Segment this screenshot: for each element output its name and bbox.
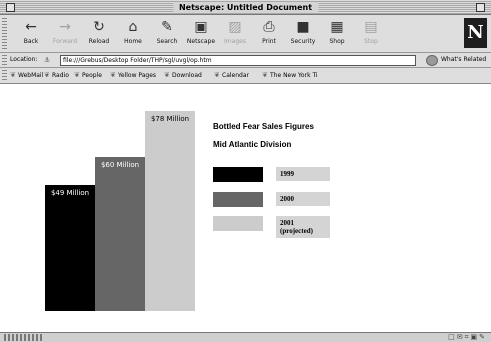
back-arrow-icon: ← bbox=[25, 19, 37, 35]
chart-title: Bottled Fear Sales Figures bbox=[213, 122, 314, 131]
bookmark-icon: ❦ bbox=[214, 71, 220, 79]
legend-2001-projected-swatch bbox=[213, 216, 263, 231]
stop-icon: ▤ bbox=[364, 19, 378, 35]
bookmark-icon: ❦ bbox=[10, 71, 16, 79]
images-button-label: Images bbox=[224, 38, 246, 45]
bookmark-calendar[interactable]: ❦ Calendar bbox=[214, 71, 249, 80]
page-proxy-icon[interactable]: ⚓ bbox=[44, 56, 52, 65]
reload-button-label: Reload bbox=[88, 38, 110, 45]
component-bar[interactable]: □✉⌗▣✎ bbox=[448, 333, 487, 342]
navigation-toolbar: ← Back → Forward ↻ Reload ⌂ Home ✎ Searc… bbox=[0, 15, 491, 53]
bookmark-download[interactable]: ❦ Download bbox=[164, 71, 202, 80]
bar-value-label: $60 Million bbox=[100, 161, 140, 169]
forward-arrow-icon: → bbox=[59, 19, 71, 35]
bookmark-icon: ❦ bbox=[164, 71, 170, 79]
forward-button-label: Forward bbox=[52, 38, 78, 45]
status-bar: □✉⌗▣✎ bbox=[0, 332, 491, 342]
bar-1999: $49 Million bbox=[45, 185, 95, 311]
bookmark-label: WebMail bbox=[18, 72, 44, 79]
security-lock-indicator[interactable] bbox=[4, 334, 44, 341]
location-url-field[interactable]: file:///Grebus/Desktop Folder/THP/sgl/uv… bbox=[60, 55, 416, 66]
search-icon: ✎ bbox=[161, 19, 173, 35]
bookmark-icon: ❦ bbox=[110, 71, 116, 79]
search-button-label: Search bbox=[156, 38, 178, 45]
window-title-bar[interactable]: Netscape: Untitled Document bbox=[0, 0, 491, 15]
home-button-label: Home bbox=[124, 38, 142, 45]
bookmark-icon: ❦ bbox=[262, 71, 268, 79]
legend-1999-label: 1999 bbox=[276, 167, 330, 181]
stop-button-label: Stop bbox=[364, 38, 378, 45]
legend-1999-swatch bbox=[213, 167, 263, 182]
netscape-icon: ▣ bbox=[194, 19, 208, 35]
page-content: $49 Million $60 Million $78 Million Bottle… bbox=[0, 85, 491, 332]
print-icon: ⎙ bbox=[263, 19, 275, 35]
legend-2000-label: 2000 bbox=[276, 192, 330, 206]
shop-icon: ▦ bbox=[330, 19, 344, 35]
netscape-logo[interactable]: N bbox=[464, 18, 487, 48]
print-button-label: Print bbox=[262, 38, 276, 45]
bookmark-new-york-times[interactable]: ❦ The New York Ti bbox=[262, 71, 318, 80]
bookmark-label: Calendar bbox=[222, 72, 249, 79]
location-label: Location: bbox=[10, 56, 38, 63]
forward-button[interactable]: → Forward bbox=[48, 18, 82, 50]
netscape-button[interactable]: ▣ Netscape bbox=[184, 18, 218, 50]
bookmark-radio[interactable]: ❦ Radio bbox=[44, 71, 69, 80]
bookmark-icon: ❦ bbox=[44, 71, 50, 79]
legend-2000-swatch bbox=[213, 192, 263, 207]
netscape-button-label: Netscape bbox=[186, 38, 216, 45]
bookmark-label: Radio bbox=[52, 72, 69, 79]
security-icon: ■ bbox=[296, 19, 310, 35]
location-bar: Location: ⚓ file:///Grebus/Desktop Folde… bbox=[0, 53, 491, 68]
images-icon: ▨ bbox=[228, 19, 242, 35]
bookmark-label: Download bbox=[172, 72, 202, 79]
zoom-box-icon[interactable] bbox=[476, 3, 485, 12]
bar-2001-projected: $78 Million bbox=[145, 111, 195, 311]
personal-toolbar-collapse-grip[interactable] bbox=[2, 70, 7, 82]
bookmark-label: The New York Ti bbox=[270, 72, 318, 79]
whats-related-icon[interactable] bbox=[426, 55, 438, 66]
reload-button[interactable]: ↻ Reload bbox=[82, 18, 116, 50]
reload-icon: ↻ bbox=[93, 19, 105, 35]
bookmark-label: People bbox=[82, 72, 102, 79]
close-box-icon[interactable] bbox=[6, 3, 15, 12]
home-icon: ⌂ bbox=[128, 19, 138, 35]
bar-value-label: $49 Million bbox=[50, 189, 90, 197]
legend-2001-projected-label: 2001 (projected) bbox=[276, 216, 330, 238]
bookmark-icon: ❦ bbox=[74, 71, 80, 79]
bookmark-webmail[interactable]: ❦ WebMail bbox=[10, 71, 43, 80]
images-button[interactable]: ▨ Images bbox=[218, 18, 252, 50]
bookmark-people[interactable]: ❦ People bbox=[74, 71, 102, 80]
window-title: Netscape: Untitled Document bbox=[172, 2, 319, 13]
print-button[interactable]: ⎙ Print bbox=[252, 18, 286, 50]
shop-button-label: Shop bbox=[329, 38, 345, 45]
bookmark-label: Yellow Pages bbox=[118, 72, 157, 79]
bar-2000: $60 Million bbox=[95, 157, 145, 311]
shop-button[interactable]: ▦ Shop bbox=[320, 18, 354, 50]
security-button-label: Security bbox=[290, 38, 316, 45]
back-button[interactable]: ← Back bbox=[14, 18, 48, 50]
location-bar-collapse-grip[interactable] bbox=[2, 55, 7, 66]
bar-value-label: $78 Million bbox=[150, 115, 190, 123]
back-button-label: Back bbox=[23, 38, 39, 45]
personal-toolbar: ❦ WebMail ❦ Radio ❦ People ❦ Yellow Pages ❦ D… bbox=[0, 68, 491, 84]
home-button[interactable]: ⌂ Home bbox=[116, 18, 150, 50]
chart-subtitle: Mid Atlantic Division bbox=[213, 140, 292, 149]
toolbar-collapse-grip[interactable] bbox=[2, 18, 7, 50]
whats-related-button[interactable]: What's Related bbox=[441, 56, 486, 64]
bookmark-yellow-pages[interactable]: ❦ Yellow Pages bbox=[110, 71, 156, 80]
search-button[interactable]: ✎ Search bbox=[150, 18, 184, 50]
security-button[interactable]: ■ Security bbox=[286, 18, 320, 50]
stop-button[interactable]: ▤ Stop bbox=[354, 18, 388, 50]
